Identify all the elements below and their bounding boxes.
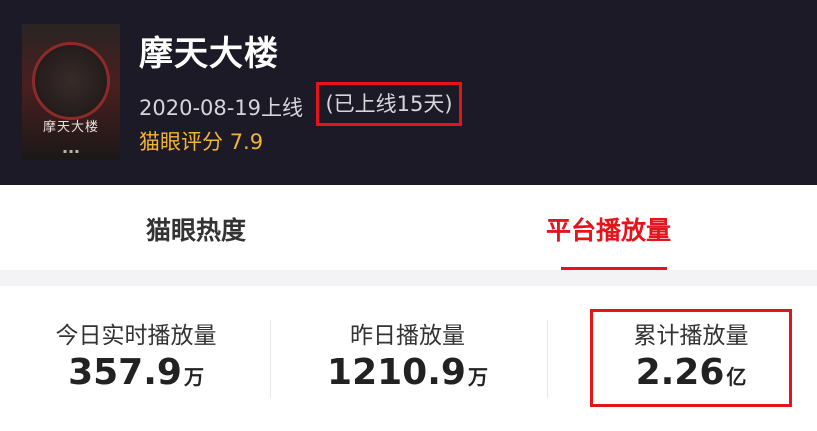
stat-unit: 万 xyxy=(467,365,488,389)
movie-title: 摩天大楼 xyxy=(139,34,279,74)
poster-title: 摩天大楼 xyxy=(42,120,99,135)
movie-header: 摩天大楼 ▪ ▪ ▪ 摩天大楼 2020-08-19上线 (已上线15天) 猫眼… xyxy=(0,0,817,185)
rating-label: 猫眼评分 xyxy=(139,130,223,154)
stat-value: 1210.9 xyxy=(327,352,466,393)
stat-separator xyxy=(270,320,271,398)
stat-value-row: 357.9 万 xyxy=(40,350,232,396)
stat-yesterday: 昨日播放量 1210.9 万 xyxy=(305,322,510,396)
stat-value: 357.9 xyxy=(68,352,182,393)
tab-platform-views[interactable]: 平台播放量 xyxy=(546,211,671,247)
tab-bar: 猫眼热度 平台播放量 xyxy=(0,185,817,271)
maoyan-rating: 猫眼评分 7.9 xyxy=(139,126,263,156)
section-divider xyxy=(0,270,817,286)
stat-label: 昨日播放量 xyxy=(350,323,465,349)
poster-footer: ▪ ▪ ▪ xyxy=(62,148,79,155)
tab-maoyan-heat[interactable]: 猫眼热度 xyxy=(146,211,246,247)
stat-value-row: 1210.9 万 xyxy=(305,350,510,396)
movie-poster[interactable]: 摩天大楼 ▪ ▪ ▪ xyxy=(22,24,120,160)
online-days-highlight: (已上线15天) xyxy=(316,82,462,126)
stat-separator xyxy=(547,320,548,398)
poster-art xyxy=(32,42,110,120)
cumulative-highlight-box xyxy=(590,309,792,407)
rating-value: 7.9 xyxy=(229,130,264,154)
stat-today-realtime: 今日实时播放量 357.9 万 xyxy=(40,322,232,396)
release-date: 2020-08-19上线 xyxy=(139,96,304,120)
stat-unit: 万 xyxy=(183,365,204,389)
stat-label: 今日实时播放量 xyxy=(55,323,217,349)
